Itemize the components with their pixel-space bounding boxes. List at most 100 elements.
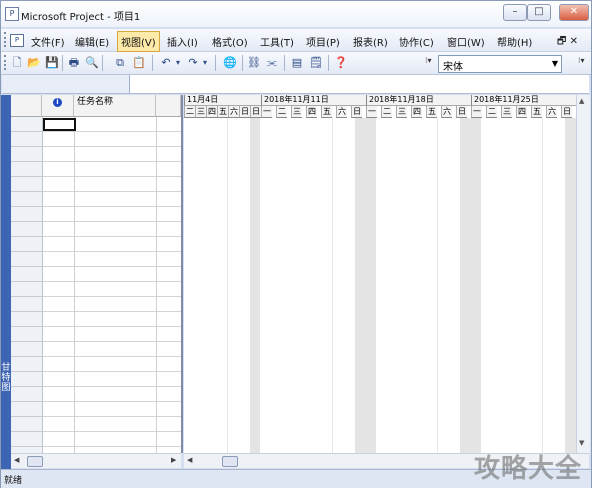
menu-report[interactable]: 报表(R) [353, 34, 388, 49]
maximize-button[interactable]: □ [527, 4, 551, 21]
menu-view[interactable]: 视图(V) [117, 31, 160, 52]
font-selector[interactable]: 宋体 ▼ [438, 55, 562, 73]
timescale-day: 一 [471, 106, 482, 118]
scroll-right-icon[interactable]: ▶ [171, 456, 176, 464]
column-divider [156, 117, 157, 453]
document-window-controls[interactable]: 🗗 ✕ [557, 34, 578, 51]
menu-help[interactable]: 帮助(H) [497, 34, 532, 49]
ms-project-icon: P [5, 7, 19, 21]
scroll-thumb[interactable] [222, 456, 238, 467]
row-headers[interactable] [11, 117, 43, 453]
chevron-down-icon[interactable]: ▼ [552, 59, 558, 68]
minimize-button[interactable]: – [503, 4, 527, 21]
scroll-up-icon[interactable]: ▲ [579, 97, 584, 105]
timescale-day: 日 [239, 106, 250, 118]
timescale-day: 一 [261, 106, 272, 118]
gridline [542, 118, 543, 453]
toolbar-separator [242, 55, 243, 71]
sheet-horizontal-scrollbar[interactable]: ◀ ▶ [11, 453, 181, 468]
timescale-day: 六 [441, 106, 452, 118]
hyperlink-icon[interactable]: 🌐 [223, 56, 237, 70]
new-icon[interactable]: 🗋 [10, 56, 24, 70]
application-window: P Microsoft Project - 项目1 – □ ✕ P 文件(F) … [0, 0, 592, 488]
print-icon[interactable]: 🖶 [67, 56, 81, 70]
timescale-day: 日 [561, 106, 572, 118]
paste-icon[interactable]: 📋 [132, 56, 146, 70]
menu-window[interactable]: 窗口(W) [447, 34, 485, 49]
document-icon[interactable]: P [10, 34, 24, 47]
menu-collaborate[interactable]: 协作(C) [399, 34, 434, 49]
gridline [227, 118, 228, 453]
unlink-tasks-icon[interactable]: ⫘ [265, 56, 279, 70]
column-divider [74, 117, 75, 453]
toolbar-grip[interactable] [4, 55, 9, 70]
toolbar-separator [152, 55, 153, 71]
close-button[interactable]: ✕ [559, 4, 589, 21]
notes-icon[interactable]: 🗒 [309, 56, 323, 70]
copy-icon[interactable]: ⧉ [113, 56, 127, 70]
info-icon: i [53, 98, 62, 107]
toolbar-separator [62, 55, 63, 71]
timescale-day: 二 [276, 106, 287, 118]
menu-format[interactable]: 格式(O) [212, 34, 248, 49]
view-label: 甘特图 [1, 363, 11, 393]
timescale-day: 四 [206, 106, 217, 118]
timescale-week: 2018年11月18日 [366, 95, 472, 106]
help-icon[interactable]: ❓ [334, 56, 348, 70]
task-info-icon[interactable]: ▤ [290, 56, 304, 70]
scroll-thumb[interactable] [27, 456, 43, 467]
save-icon[interactable]: 💾 [45, 56, 59, 70]
status-text: 就绪 [4, 476, 23, 486]
select-all-header[interactable] [11, 95, 42, 117]
toolbar-options-icon[interactable]: ⁝▾ [425, 56, 432, 65]
scroll-left-icon[interactable]: ◀ [187, 456, 192, 464]
title-bar: P Microsoft Project - 项目1 – □ ✕ [1, 1, 591, 27]
print-preview-icon[interactable]: 🔍 [85, 56, 99, 70]
timescale-day: 二 [486, 106, 497, 118]
timescale-day: 日 [250, 106, 261, 118]
timescale-day: 三 [291, 106, 302, 118]
selected-cell[interactable] [43, 118, 76, 131]
scroll-down-icon[interactable]: ▼ [579, 439, 584, 447]
toolbar-separator [215, 55, 216, 71]
menu-tools[interactable]: 工具(T) [260, 34, 294, 49]
menu-grip[interactable] [4, 32, 9, 47]
timescale-day: 四 [516, 106, 527, 118]
gridline [332, 118, 333, 453]
menu-insert[interactable]: 插入(I) [167, 34, 198, 49]
watermark-logo: 攻略大全 [474, 454, 583, 484]
entry-bar-status [2, 75, 130, 93]
timescale-day: 四 [411, 106, 422, 118]
task-name-column-header[interactable]: 任务名称 [74, 95, 156, 117]
indicators-column-header[interactable]: i [42, 95, 74, 117]
window-title: Microsoft Project - 项目1 [21, 12, 141, 23]
open-icon[interactable]: 📂 [27, 56, 41, 70]
toolbar-separator [284, 55, 285, 71]
scroll-left-icon[interactable]: ◀ [14, 456, 19, 464]
menu-bar: P 文件(F) 编辑(E) 视图(V) 插入(I) 格式(O) 工具(T) 项目… [1, 29, 591, 52]
entry-bar[interactable] [2, 75, 589, 94]
menu-file[interactable]: 文件(F) [31, 34, 65, 49]
timescale-day: 日 [456, 106, 467, 118]
toolbar-separator [102, 55, 103, 71]
gantt-vertical-scrollbar[interactable]: ▲ ▼ [576, 95, 590, 453]
view-bar[interactable]: 甘特图 [1, 95, 11, 469]
link-tasks-icon[interactable]: ⛓ [247, 56, 261, 70]
menu-project[interactable]: 项目(P) [306, 34, 340, 49]
timescale-day: 五 [426, 106, 437, 118]
gantt-chart-area[interactable]: 11月4日 2018年11月11日 2018年11月18日 2018年11月25… [184, 95, 589, 453]
menu-edit[interactable]: 编辑(E) [75, 34, 109, 49]
gridline [437, 118, 438, 453]
timescale-day: 五 [217, 106, 228, 118]
undo-dropdown-icon[interactable]: ▾ [171, 56, 185, 70]
toolbar-options-icon[interactable]: ⁝▾ [578, 56, 585, 65]
nonworking-day-shade [460, 118, 481, 453]
timescale-day: 六 [546, 106, 557, 118]
redo-dropdown-icon[interactable]: ▾ [198, 56, 212, 70]
next-column-header[interactable] [156, 95, 181, 117]
timescale-day: 三 [501, 106, 512, 118]
timescale-day: 三 [396, 106, 407, 118]
timescale-day: 日 [351, 106, 362, 118]
font-name: 宋体 [443, 62, 463, 73]
timescale-day: 二 [184, 106, 195, 118]
